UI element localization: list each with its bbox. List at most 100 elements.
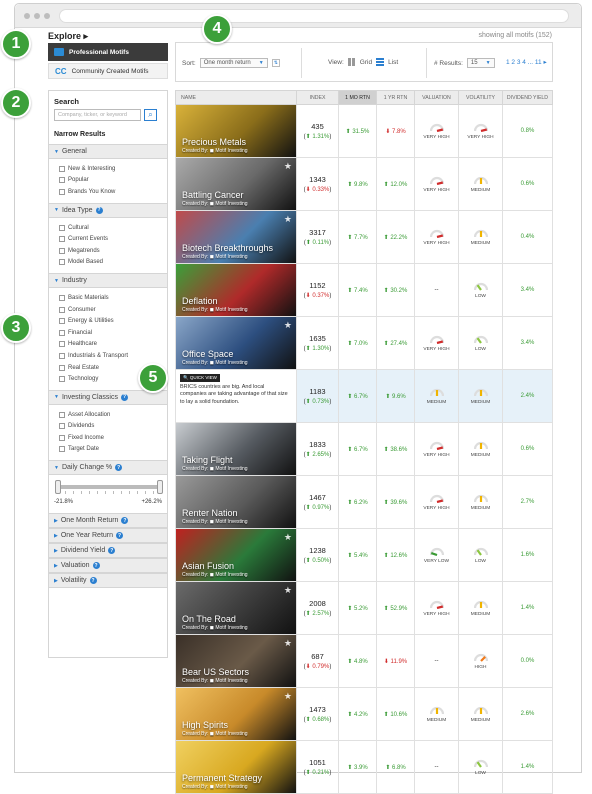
grid-view-icon[interactable] [347, 58, 356, 66]
filter-option[interactable]: New & Interesting [59, 163, 167, 175]
motif-cell[interactable]: Biotech Breakthroughs Created By: ◼ Motif… [175, 210, 297, 264]
table-row[interactable]: Office Space Created By: ◼ Motif Investin… [175, 316, 553, 370]
list-view-button[interactable]: List [388, 59, 398, 66]
table-row[interactable]: Bear US Sectors Created By: ◼ Motif Inves… [175, 634, 553, 688]
filter-option[interactable]: Consumer [59, 304, 167, 316]
filter-option[interactable]: Current Events [59, 233, 167, 245]
quick-view-panel[interactable]: 🔍 QUICK VIEW BRICS countries are big. And… [176, 370, 296, 422]
motif-title: High Spirits [182, 720, 229, 730]
filter-option[interactable]: Basic Materials [59, 292, 167, 304]
table-row[interactable]: Asian Fusion Created By: ◼ Motif Investin… [175, 528, 553, 582]
motif-thumbnail[interactable]: Office Space Created By: ◼ Motif Investin… [176, 317, 296, 369]
motif-thumbnail[interactable]: Battling Cancer Created By: ◼ Motif Inves… [176, 158, 296, 210]
filter-volatility-header[interactable]: ▶ Volatility? [49, 573, 167, 589]
filter-option[interactable]: Financial [59, 327, 167, 339]
filter-option[interactable]: Target Date [59, 444, 167, 456]
motif-cell[interactable]: Deflation Created By: ◼ Motif Investing [175, 263, 297, 317]
filter-valuation-header[interactable]: ▶ Valuation? [49, 558, 167, 574]
list-view-icon[interactable] [376, 58, 385, 66]
motif-cell[interactable]: Renter Nation Created By: ◼ Motif Investi… [175, 475, 297, 529]
motif-cell[interactable]: Permanent Strategy Created By: ◼ Motif In… [175, 740, 297, 794]
sort-select[interactable]: One month return ▼ [199, 58, 268, 68]
table-row[interactable]: Permanent Strategy Created By: ◼ Motif In… [175, 740, 553, 794]
search-input[interactable]: Company, ticker, or keyword [54, 109, 141, 121]
col-header-1mo[interactable]: 1 MO RTN [338, 90, 377, 105]
filter-option[interactable]: Cultural [59, 222, 167, 234]
motif-cell[interactable]: High Spirits Created By: ◼ Motif Investin… [175, 687, 297, 741]
col-header-valuation[interactable]: VALUATION [414, 90, 459, 105]
table-row[interactable]: 🔍 QUICK VIEW BRICS countries are big. And… [175, 369, 553, 423]
motif-thumbnail[interactable]: Asian Fusion Created By: ◼ Motif Investin… [176, 529, 296, 581]
address-bar[interactable] [59, 9, 569, 23]
dividend-yield: 1.6% [520, 552, 535, 558]
motif-thumbnail[interactable]: Taking Flight Created By: ◼ Motif Investi… [176, 423, 296, 475]
table-row[interactable]: Biotech Breakthroughs Created By: ◼ Motif… [175, 210, 553, 264]
filter-option[interactable]: Asset Allocation [59, 409, 167, 421]
col-header-dividend[interactable]: DIVIDEND YIELD [502, 90, 553, 105]
one-year-return: ⬆ 22.2% [383, 234, 408, 241]
filter-option[interactable]: Brands You Know [59, 186, 167, 198]
col-header-volatility[interactable]: VOLATILITY [458, 90, 503, 105]
daily-change: (⬆ 2.65%) [303, 452, 332, 458]
results-select[interactable]: 15 ▼ [466, 58, 495, 68]
motif-thumbnail[interactable]: On The Road Created By: ◼ Motif Investing… [176, 582, 296, 634]
filter-idea-type-header[interactable]: ▼ Idea Type? [49, 202, 167, 218]
explore-title[interactable]: Explore ▸ [48, 31, 88, 42]
motif-cell[interactable]: Office Space Created By: ◼ Motif Investin… [175, 316, 297, 370]
filter-option[interactable]: Energy & Utilities [59, 315, 167, 327]
table-row[interactable]: Deflation Created By: ◼ Motif Investing 11… [175, 263, 553, 317]
motif-thumbnail[interactable]: Permanent Strategy Created By: ◼ Motif In… [176, 741, 296, 793]
table-row[interactable]: Precious Metals Created By: ◼ Motif Inves… [175, 104, 553, 158]
grid-view-button[interactable]: Grid [360, 59, 372, 66]
motif-thumbnail[interactable]: Bear US Sectors Created By: ◼ Motif Inves… [176, 635, 296, 687]
filter-option[interactable]: Megatrends [59, 245, 167, 257]
pagination[interactable]: 1 2 3 4 ... 11 ▸ [504, 58, 547, 66]
filter-option[interactable]: Model Based [59, 257, 167, 269]
filter-option[interactable]: Popular [59, 175, 167, 187]
slider-handle-max[interactable] [157, 480, 163, 495]
filter-one-year-header[interactable]: ▶ One Year Return? [49, 528, 167, 544]
motif-cell[interactable]: Precious Metals Created By: ◼ Motif Inves… [175, 104, 297, 158]
filter-daily-change-header[interactable]: ▼ Daily Change %? [49, 460, 167, 476]
motif-cell[interactable]: On The Road Created By: ◼ Motif Investing… [175, 581, 297, 635]
table-row[interactable]: Battling Cancer Created By: ◼ Motif Inves… [175, 157, 553, 211]
table-row[interactable]: On The Road Created By: ◼ Motif Investing… [175, 581, 553, 635]
tab-community-motifs[interactable]: CC Community Created Motifs [48, 63, 168, 79]
motif-thumbnail[interactable]: High Spirits Created By: ◼ Motif Investin… [176, 688, 296, 740]
table-row[interactable]: Taking Flight Created By: ◼ Motif Investi… [175, 422, 553, 476]
motif-cell[interactable]: 🔍 QUICK VIEW BRICS countries are big. And… [175, 369, 297, 423]
filter-option[interactable]: Healthcare [59, 339, 167, 351]
col-header-name[interactable]: NAME [175, 90, 297, 105]
motif-thumbnail[interactable]: Renter Nation Created By: ◼ Motif Investi… [176, 476, 296, 528]
motif-thumbnail[interactable]: Precious Metals Created By: ◼ Motif Inves… [176, 105, 296, 157]
filter-one-month-header[interactable]: ▶ One Month Return? [49, 513, 167, 529]
col-header-index[interactable]: INDEX [296, 90, 339, 105]
motif-cell[interactable]: Battling Cancer Created By: ◼ Motif Inves… [175, 157, 297, 211]
motif-title: Taking Flight [182, 455, 233, 465]
table-row[interactable]: High Spirits Created By: ◼ Motif Investin… [175, 687, 553, 741]
one-month-return-cell: ⬆ 4.8% [338, 634, 377, 688]
volatility-gauge-icon [473, 229, 488, 238]
valuation-value: -- [434, 764, 439, 770]
filter-dividend-header[interactable]: ▶ Dividend Yield? [49, 543, 167, 559]
motif-thumbnail[interactable]: Deflation Created By: ◼ Motif Investing [176, 264, 296, 316]
slider-handle-min[interactable] [55, 480, 61, 495]
motif-cell[interactable]: Taking Flight Created By: ◼ Motif Investi… [175, 422, 297, 476]
motif-thumbnail[interactable]: Biotech Breakthroughs Created By: ◼ Motif… [176, 211, 296, 263]
filter-option[interactable]: Dividends [59, 421, 167, 433]
sort-direction-icon[interactable]: ⇅ [271, 59, 280, 67]
col-header-1yr[interactable]: 1 YR RTN [376, 90, 415, 105]
filter-option[interactable]: Industrials & Transport [59, 350, 167, 362]
filter-option[interactable]: Fixed Income [59, 432, 167, 444]
filter-industry-header[interactable]: ▼ Industry [49, 273, 167, 289]
tab-professional-motifs[interactable]: Professional Motifs [48, 43, 168, 61]
motif-cell[interactable]: Bear US Sectors Created By: ◼ Motif Inves… [175, 634, 297, 688]
volatility-gauge-icon [473, 282, 488, 291]
table-row[interactable]: Renter Nation Created By: ◼ Motif Investi… [175, 475, 553, 529]
daily-change-slider[interactable]: -21.8% +26.2% [49, 475, 167, 513]
search-icon[interactable]: ⌕ [144, 109, 157, 121]
volatility-label: MEDIUM [470, 399, 491, 405]
filter-general-header[interactable]: ▼ General [49, 144, 167, 159]
motif-cell[interactable]: Asian Fusion Created By: ◼ Motif Investin… [175, 528, 297, 582]
community-logo-icon: CC [55, 66, 67, 76]
